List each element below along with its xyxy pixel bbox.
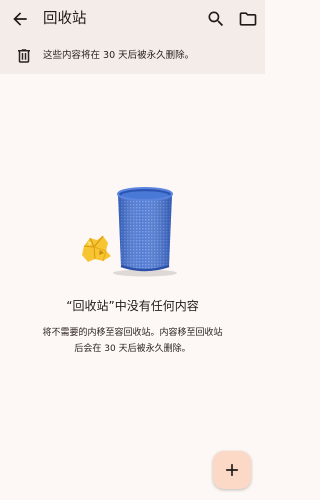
empty-state-line-2: 后会在 30 天后被永久删除。 [74, 344, 191, 354]
empty-state-description: 将不需要的内移至容回收站。内容移至回收站 后会在 30 天后被永久删除。 [20, 325, 245, 357]
trash-icon [15, 47, 33, 65]
recycle-bin-illustration [70, 180, 190, 280]
top-app-bar: 回收站 [0, 0, 265, 38]
back-arrow-icon[interactable] [10, 9, 30, 29]
retention-notice-text: 这些内容将在 30 天后被永久删除。 [43, 50, 195, 61]
plus-icon [226, 464, 238, 476]
page-title: 回收站 [43, 11, 87, 27]
empty-state-line-1: 将不需要的内移至容回收站。内容移至回收站 [42, 328, 223, 338]
folder-icon[interactable] [238, 9, 258, 29]
add-button[interactable] [213, 451, 251, 489]
search-icon[interactable] [206, 9, 226, 29]
empty-state-title: “回收站”中没有任何内容 [66, 299, 199, 313]
retention-notice-banner: 这些内容将在 30 天后被永久删除。 [0, 38, 265, 74]
